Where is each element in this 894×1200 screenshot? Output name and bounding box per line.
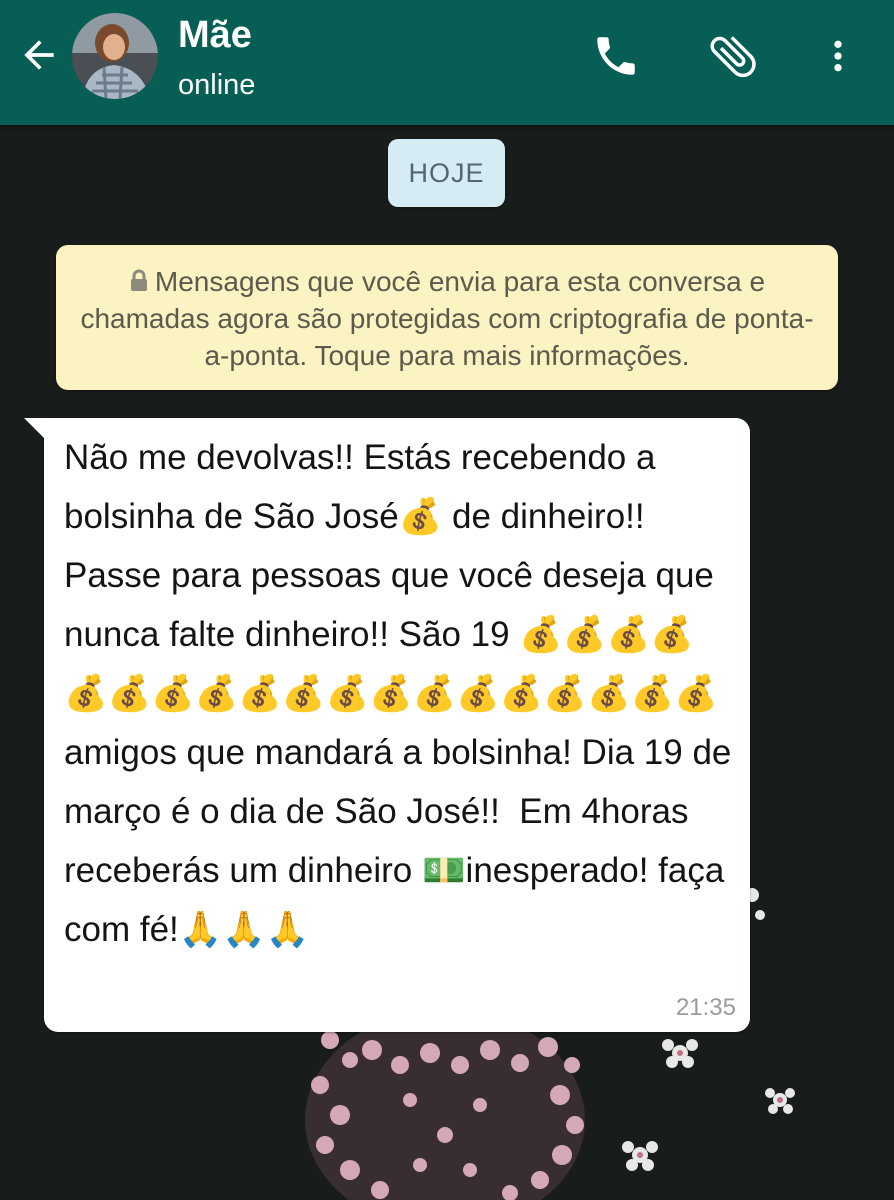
message-text: Não me devolvas!! Estás recebendo a bols… — [64, 438, 742, 949]
lock-icon — [130, 269, 147, 291]
date-chip: HOJE — [388, 139, 505, 207]
contact-status: online — [178, 69, 256, 101]
incoming-message[interactable]: Não me devolvas!! Estás recebendo a bols… — [24, 418, 750, 1032]
chat-header: Mãe online — [0, 0, 894, 125]
message-time: 21:35 — [675, 994, 736, 1021]
phone-icon — [597, 37, 635, 75]
back-button[interactable] — [14, 30, 64, 80]
arrow-left-icon — [24, 40, 54, 70]
paperclip-icon — [710, 36, 756, 78]
contact-name: Mãe — [178, 14, 252, 56]
avatar-photo — [72, 13, 158, 99]
encryption-notice-text: Mensagens que você envia para esta conve… — [80, 266, 814, 371]
attach-button[interactable] — [703, 26, 763, 86]
call-button[interactable] — [586, 26, 646, 86]
more-vertical-icon — [834, 40, 842, 72]
contact-info[interactable]: Mãe online — [178, 12, 255, 104]
bubble-tail — [24, 418, 46, 440]
encryption-notice[interactable]: Mensagens que você envia para esta conve… — [56, 245, 838, 390]
menu-button[interactable] — [808, 26, 868, 86]
chat-area[interactable]: HOJE Mensagens que você envia para esta … — [0, 125, 894, 1200]
contact-avatar[interactable] — [72, 13, 158, 99]
